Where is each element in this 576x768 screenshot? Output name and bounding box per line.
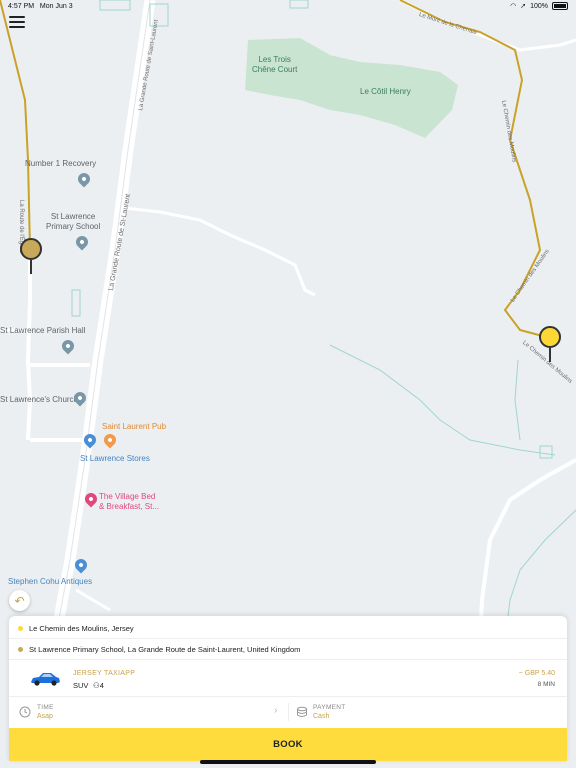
- area-label-cotil-henry: Le Côtil Henry: [360, 87, 411, 96]
- area-label-trois-chene: Les Trois Chêne Court: [252, 55, 298, 74]
- ride-eta: 8 MIN: [537, 681, 555, 688]
- poi-label-primary-school: St Lawrence Primary School: [46, 212, 101, 231]
- dropoff-address: St Lawrence Primary School, La Grande Ro…: [29, 644, 301, 654]
- poi-label-village-bed: The Village Bed & Breakfast, St...: [99, 492, 160, 511]
- chevron-right-icon: ›: [274, 705, 278, 716]
- time-label: TIME: [37, 704, 54, 711]
- location-icon: ➚: [520, 3, 527, 10]
- book-button[interactable]: BOOK: [9, 728, 567, 761]
- payment-label: PAYMENT: [313, 704, 346, 711]
- battery-icon: [552, 2, 568, 10]
- recenter-back-icon[interactable]: ↶: [9, 590, 30, 611]
- dropoff-dot-icon: [18, 646, 23, 652]
- car-icon: [31, 673, 60, 686]
- pickup-address: Le Chemin des Moulins, Jersey: [29, 623, 134, 633]
- wifi-icon: ◠: [510, 3, 517, 10]
- ride-company: JERSEY TAXIAPP: [73, 670, 136, 677]
- coins-icon: [297, 706, 307, 717]
- person-icon: ⚇: [93, 681, 100, 690]
- ride-price: ~ GBP 5.40: [518, 670, 555, 677]
- clock-icon: [19, 706, 31, 718]
- dropoff-address-row[interactable]: St Lawrence Primary School, La Grande Ro…: [9, 639, 567, 660]
- battery-percent: 100%: [530, 2, 548, 10]
- status-time: 4:57 PM: [8, 3, 35, 10]
- poi-label-number-1-recovery: Number 1 Recovery: [25, 159, 97, 168]
- ride-option[interactable]: JERSEY TAXIAPP SUV ⚇4 ~ GBP 5.40 8 MIN: [9, 660, 567, 697]
- vehicle-type: SUV: [73, 681, 89, 690]
- poi-label-pub: Saint Laurent Pub: [102, 422, 167, 431]
- pickup-address-row[interactable]: Le Chemin des Moulins, Jersey: [9, 618, 567, 639]
- home-indicator: [200, 760, 376, 764]
- poi-label-parish-hall: St Lawrence Parish Hall: [0, 326, 86, 335]
- route-line-left: [0, 0, 31, 251]
- park-area: [245, 38, 458, 138]
- poi-label-church: St Lawrence's Church: [0, 395, 79, 404]
- options-row: TIME Asap › PAYMENT Cash: [9, 697, 567, 727]
- pickup-pin[interactable]: [539, 326, 561, 362]
- poi-label-stores: St Lawrence Stores: [80, 454, 150, 463]
- status-date: Mon Jun 3: [39, 3, 73, 10]
- payment-value: Cash: [313, 713, 330, 720]
- dropoff-pin[interactable]: [20, 238, 42, 274]
- hamburger-menu-icon[interactable]: [9, 16, 25, 28]
- status-bar: 4:57 PM Mon Jun 3 ◠ ➚ 100%: [0, 0, 576, 14]
- booking-sheet: Le Chemin des Moulins, Jersey St Lawrenc…: [9, 616, 567, 761]
- pickup-dot-icon: [18, 625, 23, 631]
- time-value: Asap: [37, 713, 53, 720]
- poi-label-antiques: Stephen Cohu Antiques: [8, 577, 93, 586]
- seat-count: ⚇4: [93, 681, 104, 690]
